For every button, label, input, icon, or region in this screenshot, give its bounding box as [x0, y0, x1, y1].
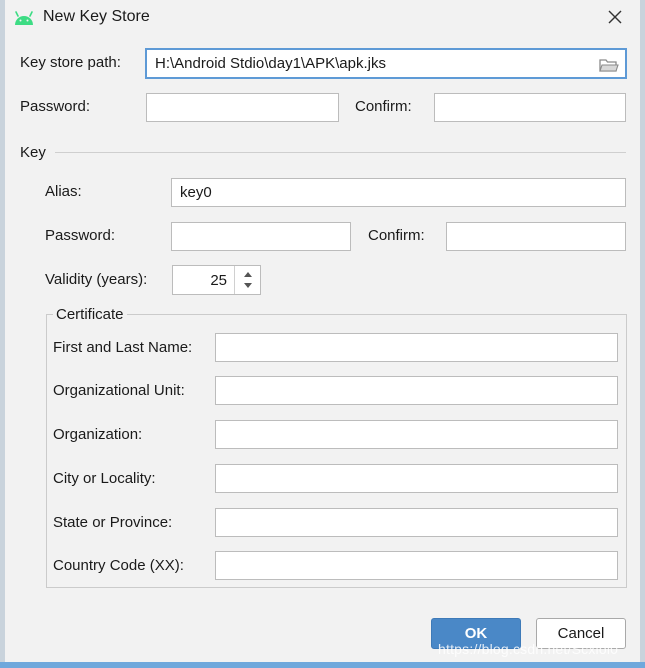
keystore-confirm-field[interactable] [434, 93, 626, 122]
organizational-unit-input[interactable] [216, 377, 617, 404]
keystore-confirm-label: Confirm: [355, 98, 412, 115]
new-key-store-dialog: New Key Store Key store path: Password: … [5, 0, 640, 662]
state-province-label: State or Province: [53, 514, 173, 531]
keystore-password-field[interactable] [146, 93, 339, 122]
organization-field[interactable] [215, 420, 618, 449]
keystore-path-field[interactable] [145, 48, 627, 79]
first-last-name-field[interactable] [215, 333, 618, 362]
key-password-field[interactable] [171, 222, 351, 251]
state-province-input[interactable] [216, 509, 617, 536]
key-confirm-field[interactable] [446, 222, 626, 251]
state-province-field[interactable] [215, 508, 618, 537]
keystore-path-label: Key store path: [20, 54, 121, 71]
key-confirm-input[interactable] [447, 223, 625, 250]
key-section-divider [55, 152, 626, 153]
first-last-name-input[interactable] [216, 334, 617, 361]
keystore-password-label: Password: [20, 98, 91, 115]
key-confirm-label: Confirm: [368, 227, 425, 244]
bottom-taskbar-strip [0, 662, 645, 668]
city-locality-field[interactable] [215, 464, 618, 493]
key-password-input[interactable] [172, 223, 350, 250]
country-code-input[interactable] [216, 552, 617, 579]
organization-input[interactable] [216, 421, 617, 448]
certificate-group-label: Certificate [53, 306, 127, 323]
first-last-name-label: First and Last Name: [53, 339, 193, 356]
organizational-unit-field[interactable] [215, 376, 618, 405]
country-code-field[interactable] [215, 551, 618, 580]
organizational-unit-label: Organizational Unit: [53, 382, 185, 399]
organization-label: Organization: [53, 426, 143, 443]
android-icon [15, 11, 33, 25]
spinner-up-icon[interactable] [243, 271, 253, 278]
folder-icon[interactable] [599, 57, 619, 73]
alias-field[interactable] [171, 178, 626, 207]
spinner-down-icon[interactable] [243, 282, 253, 289]
keystore-confirm-input[interactable] [435, 94, 625, 121]
key-password-label: Password: [45, 227, 116, 244]
validity-label: Validity (years): [45, 271, 148, 288]
city-locality-input[interactable] [216, 465, 617, 492]
validity-input[interactable] [173, 266, 233, 294]
key-section-label: Key [20, 144, 46, 161]
alias-input[interactable] [172, 179, 625, 206]
keystore-path-input[interactable] [147, 50, 625, 77]
alias-label: Alias: [45, 183, 82, 200]
dialog-title: New Key Store [43, 8, 150, 25]
validity-stepper[interactable] [234, 266, 261, 294]
city-locality-label: City or Locality: [53, 470, 156, 487]
keystore-password-input[interactable] [147, 94, 338, 121]
country-code-label: Country Code (XX): [53, 557, 184, 574]
watermark: https://blog.csdn.net/Scxioi0 [438, 641, 619, 657]
close-icon[interactable] [604, 6, 626, 28]
validity-spinner[interactable] [172, 265, 261, 295]
